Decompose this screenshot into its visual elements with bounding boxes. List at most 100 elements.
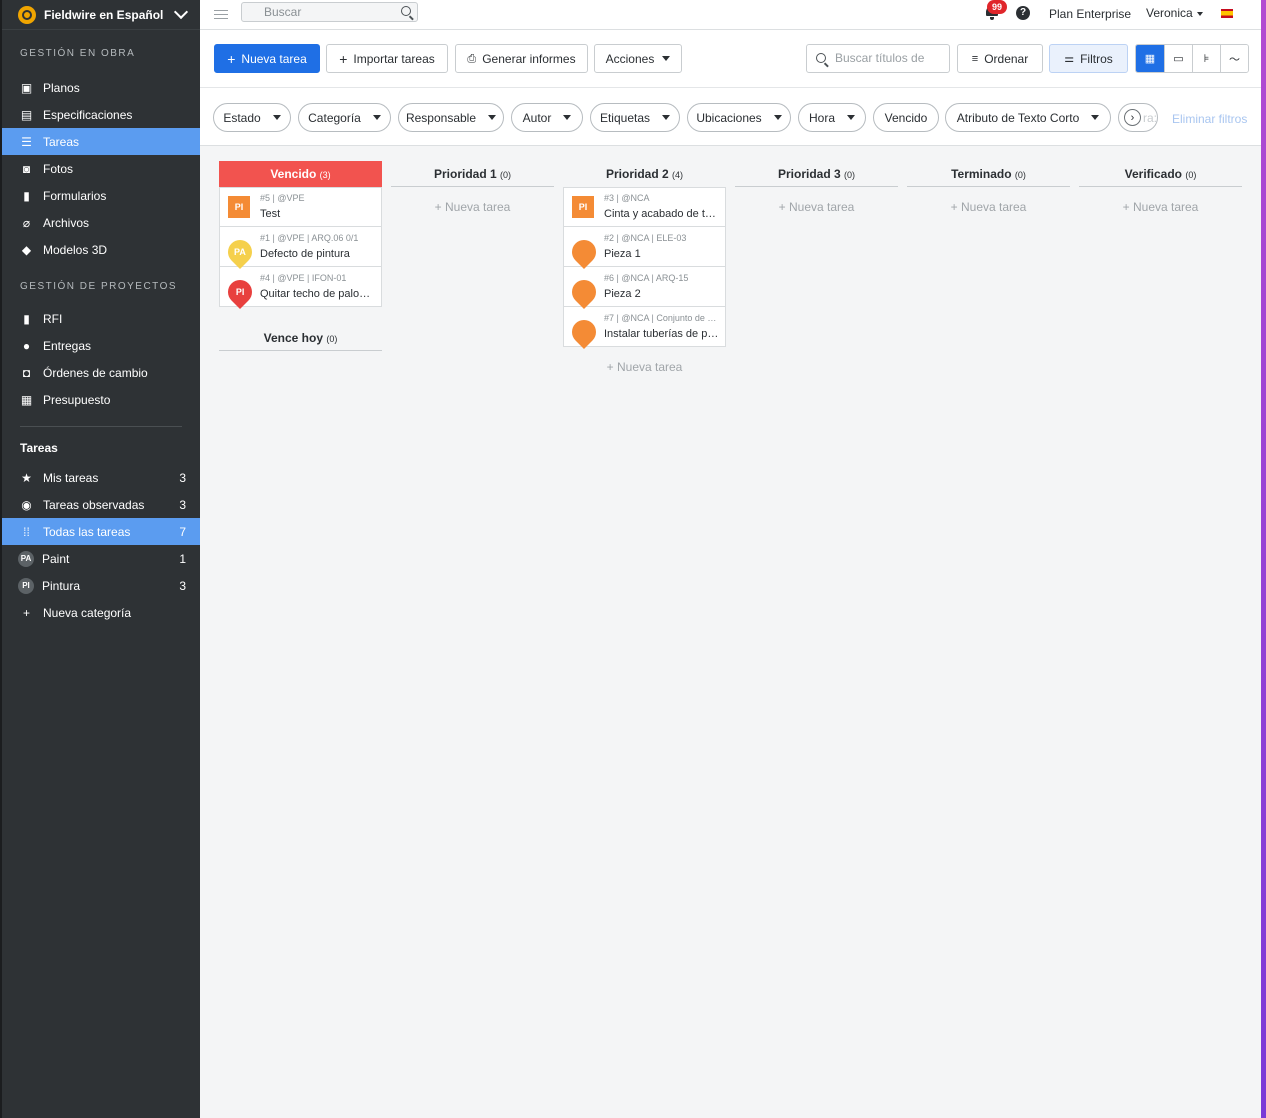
sidebar-item-ordenes-de-cambio[interactable]: ◘ Órdenes de cambio	[2, 359, 200, 386]
chart-view-icon[interactable]: 〜	[1220, 45, 1248, 72]
calculator-icon: ▦	[20, 392, 33, 407]
board-column-prioridad-3: Prioridad 3 (0) + Nueva tarea	[735, 161, 898, 214]
filter-chip-atributo-texto-corto[interactable]: Atributo de Texto Corto	[945, 103, 1111, 132]
task-meta: #3 | @NCA	[604, 193, 650, 203]
chip-label: Ubicaciones	[696, 110, 762, 125]
new-task-link[interactable]: + Nueva tarea	[563, 360, 726, 374]
view-switcher: ▦ ▭ ⊧ 〜	[1135, 44, 1249, 73]
sidebar-item-label: Fotos	[43, 161, 74, 176]
person-icon: ●	[22, 338, 31, 353]
column-header: Prioridad 2 (4)	[563, 161, 726, 187]
card-list: PI #3 | @NCA Cinta y acabado de tabiquerí…	[563, 187, 726, 349]
task-meta: #7 | @NCA | Conjunto de planos	[604, 312, 721, 323]
plus-icon: +	[22, 605, 30, 620]
task-card[interactable]: PI #4 | @VPE | IFON-01 Quitar techo de pa…	[219, 267, 382, 309]
sidebar-item-presupuesto[interactable]: ▦ Presupuesto	[2, 386, 200, 413]
new-task-link[interactable]: + Nueva tarea	[391, 200, 554, 214]
filter-chip-estado[interactable]: Estado	[213, 103, 291, 132]
filter-scroll-right[interactable]: › ra:	[1118, 103, 1158, 132]
sidebar-item-formularios[interactable]: ▮ Formularios	[2, 182, 200, 209]
card-list: PI #5 | @VPE Test PA #1 | @VPE | ARQ.06 0…	[219, 187, 382, 309]
board-view-icon[interactable]: ▦	[1136, 45, 1164, 72]
location-pin-icon	[567, 234, 601, 269]
task-title: Quitar techo de palomar	[260, 287, 377, 300]
column-header: Prioridad 1 (0)	[391, 161, 554, 187]
user-menu[interactable]: Veronica	[1146, 6, 1203, 20]
hamburger-menu-icon[interactable]	[214, 7, 228, 22]
section-title-projects: GESTIÓN DE PROYECTOS	[20, 281, 178, 292]
sidebar-item-modelos-3d[interactable]: ◆ Modelos 3D	[2, 236, 200, 263]
sidebar-item-paint[interactable]: PA Paint 1	[2, 545, 200, 572]
task-title: Pieza 2	[604, 287, 641, 300]
filters-button[interactable]: ⚌ Filtros	[1049, 44, 1128, 73]
sidebar-item-planos[interactable]: ▣ Planos	[2, 74, 200, 101]
sidebar-item-archivos[interactable]: ⌀ Archivos	[2, 209, 200, 236]
rfi-icon: ▮	[23, 311, 30, 326]
sidebar-item-tareas[interactable]: ☰ Tareas	[2, 128, 200, 155]
column-count: (3)	[319, 170, 331, 180]
column-title: Verificado	[1124, 167, 1182, 181]
title-search-placeholder: Buscar títulos de	[835, 51, 925, 65]
change-order-icon: ◘	[22, 365, 31, 380]
actions-dropdown[interactable]: Acciones	[594, 44, 682, 73]
filter-chip-categoria[interactable]: Categoría	[298, 103, 391, 132]
new-task-link[interactable]: + Nueva tarea	[907, 200, 1070, 214]
toolbar: + Nueva tarea + Importar tareas ⎙ Genera…	[200, 30, 1266, 87]
printer-icon: ⎙	[467, 52, 477, 65]
import-tasks-label: Importar tareas	[353, 51, 435, 66]
column-header: Terminado (0)	[907, 161, 1070, 187]
spain-flag-icon[interactable]	[1221, 9, 1233, 18]
notification-badge: 99	[987, 0, 1007, 14]
gantt-view-icon[interactable]: ⊧	[1192, 45, 1220, 72]
calendar-view-icon[interactable]: ▭	[1164, 45, 1192, 72]
filter-chip-etiquetas[interactable]: Etiquetas	[590, 103, 680, 132]
sidebar-item-nueva-categoria[interactable]: + Nueva categoría	[2, 599, 200, 626]
new-task-link[interactable]: + Nueva tarea	[735, 200, 898, 214]
sidebar-item-entregas[interactable]: ● Entregas	[2, 332, 200, 359]
filter-chip-hora[interactable]: Hora	[798, 103, 866, 132]
filter-chip-vencido[interactable]: Vencido	[873, 103, 939, 132]
sidebar-item-rfi[interactable]: ▮ RFI	[2, 305, 200, 332]
top-bar: Buscar 99 ? Plan Enterprise Veronica	[200, 0, 1266, 30]
chip-label: Atributo de Texto Corto	[956, 110, 1080, 125]
sidebar-item-pintura[interactable]: PI Pintura 3	[2, 572, 200, 599]
sidebar-item-count: 3	[179, 470, 186, 485]
sidebar-item-label: Especificaciones	[43, 107, 133, 122]
task-card[interactable]: #7 | @NCA | Conjunto de planos Instalar t…	[563, 307, 726, 349]
chevron-down-icon[interactable]	[173, 4, 189, 20]
sidebar-item-fotos[interactable]: ◙ Fotos	[2, 155, 200, 182]
fieldwire-logo-icon	[18, 5, 36, 24]
generate-reports-button[interactable]: ⎙ Generar informes	[455, 44, 588, 73]
task-card[interactable]: #6 | @NCA | ARQ-15 Pieza 2	[563, 267, 726, 309]
plan-link[interactable]: Plan Enterprise	[1049, 7, 1131, 21]
column-count: (0)	[844, 170, 856, 180]
import-tasks-button[interactable]: + Importar tareas	[326, 44, 448, 73]
task-board: Vencido (3) PI #5 | @VPE Test PA #1 | @VP…	[200, 147, 1266, 1118]
help-icon[interactable]: ?	[1016, 6, 1030, 20]
new-task-label: Nueva tarea	[241, 51, 307, 66]
caret-down-icon	[662, 56, 671, 61]
sort-button[interactable]: ≡ Ordenar	[957, 44, 1043, 73]
cube-icon: ◆	[21, 242, 32, 257]
filter-chip-autor[interactable]: Autor	[511, 103, 583, 132]
chevron-right-icon: ›	[1124, 109, 1141, 126]
sidebar-item-mis-tareas[interactable]: ★ Mis tareas 3	[2, 464, 200, 491]
sidebar-item-todas-las-tareas[interactable]: ⁞⁞ Todas las tareas 7	[2, 518, 200, 545]
task-card[interactable]: PI #3 | @NCA Cinta y acabado de tabiquerí…	[563, 187, 726, 227]
task-card[interactable]: #2 | @NCA | ELE-03 Pieza 1	[563, 227, 726, 269]
workspace-switcher[interactable]: Fieldwire en Español	[2, 0, 200, 30]
task-meta: #5 | @VPE	[260, 193, 305, 203]
category-square-icon: PI	[228, 196, 250, 218]
sidebar-item-tareas-observadas[interactable]: ◉ Tareas observadas 3	[2, 491, 200, 518]
sidebar-item-especificaciones[interactable]: ▤ Especificaciones	[2, 101, 200, 128]
task-card[interactable]: PI #5 | @VPE Test	[219, 187, 382, 227]
global-search-input[interactable]: Buscar	[241, 2, 418, 22]
filter-chip-ubicaciones[interactable]: Ubicaciones	[687, 103, 791, 132]
title-search-input[interactable]: Buscar títulos de	[806, 44, 950, 73]
task-card[interactable]: PA #1 | @VPE | ARQ.06 0/1 Defecto de pint…	[219, 227, 382, 269]
new-task-link[interactable]: + Nueva tarea	[1079, 200, 1242, 214]
new-task-button[interactable]: + Nueva tarea	[214, 44, 320, 73]
clear-filters-link[interactable]: Eliminar filtros	[1172, 112, 1247, 126]
sidebar-item-label: Presupuesto	[43, 392, 111, 407]
filter-chip-responsable[interactable]: Responsable	[398, 103, 504, 132]
